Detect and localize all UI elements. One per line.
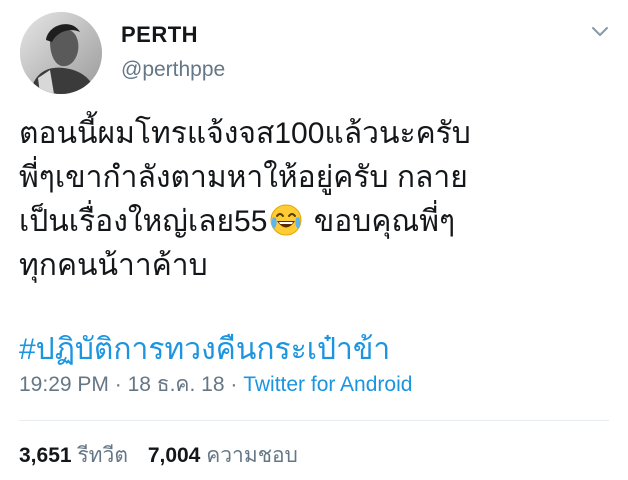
tweet-text-segment: ขอบคุณพี่ๆ (313, 205, 456, 238)
likes-label: ความชอบ (206, 444, 298, 467)
separator: · (230, 373, 238, 396)
tweet-text-line: เป็นเรื่องใหญ่เลย55 ขอบคุณพี่ๆ (19, 200, 619, 244)
avatar[interactable] (20, 12, 102, 94)
author-name[interactable]: PERTH (121, 22, 198, 48)
chevron-down-icon[interactable] (590, 24, 610, 40)
retweets-count: 3,651 (19, 444, 72, 467)
likes-stat[interactable]: 7,004 ความชอบ (148, 444, 298, 467)
tweet-text-line: พี่ๆเขากำลังตามหาให้อยู่ครับ กลาย (19, 161, 468, 194)
tweet-time[interactable]: 19:29 PM (19, 373, 109, 396)
retweets-stat[interactable]: 3,651 รีทวีต (19, 444, 128, 467)
likes-count: 7,004 (147, 444, 201, 467)
tweet-stats: 3,651 รีทวีต 7,004 ความชอบ (19, 441, 312, 471)
retweets-label: รีทวีต (77, 444, 128, 467)
tweet-metadata: 19:29 PM · 18 ธ.ค. 18 · Twitter for Andr… (19, 370, 412, 400)
tweet-text-line: ทุกคนน้าาค้าบ (19, 249, 208, 282)
tweet-text: ตอนนี้ผมโทรแจ้งจส100แล้วนะครับ พี่ๆเขากำ… (19, 112, 619, 288)
divider (19, 420, 609, 421)
tweet-text-segment: เป็นเรื่องใหญ่เลย55 (19, 205, 268, 238)
face-with-tears-of-joy-icon (269, 203, 303, 237)
hashtag-link[interactable]: #ปฏิบัติการทวงคืนกระเป๋าข้า (19, 330, 390, 370)
tweet-date[interactable]: 18 ธ.ค. 18 (128, 373, 225, 396)
tweet-text-line: ตอนนี้ผมโทรแจ้งจส100แล้วนะครับ (19, 117, 471, 150)
source-link[interactable]: Twitter for Android (243, 373, 412, 396)
author-handle[interactable]: @perthppe (121, 58, 225, 82)
separator: · (114, 373, 122, 396)
